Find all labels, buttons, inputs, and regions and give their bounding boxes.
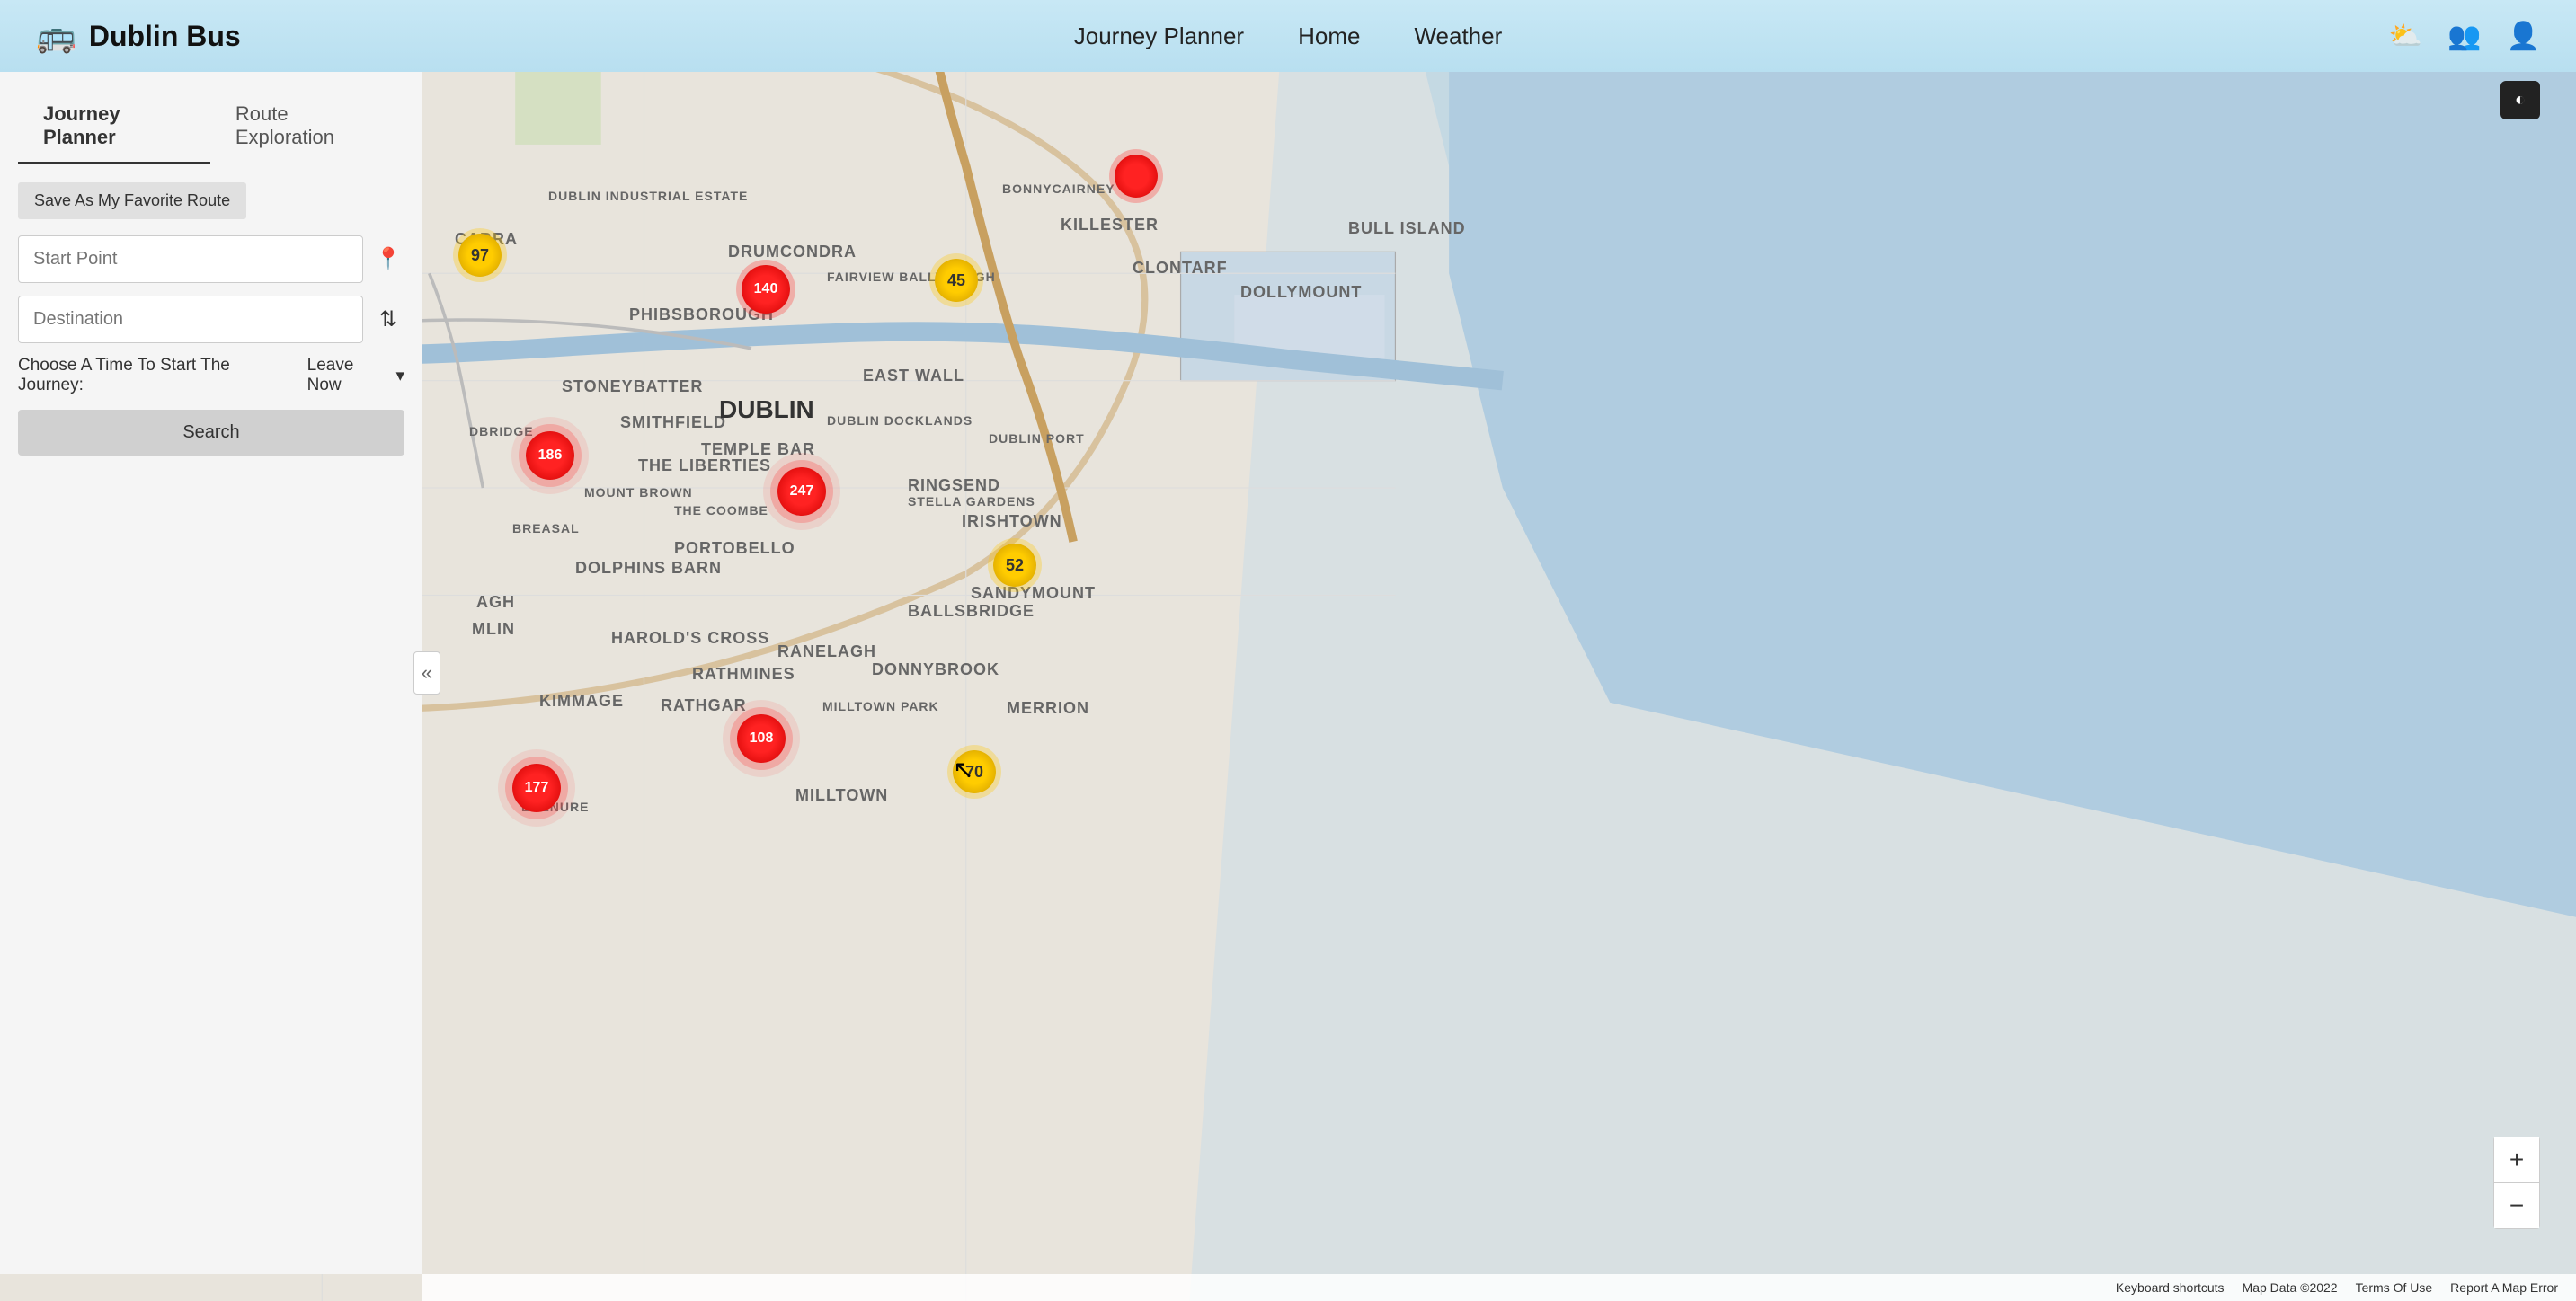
chevron-down-icon: ▾ — [395, 366, 404, 386]
start-point-input[interactable] — [18, 235, 363, 283]
map-marker-mtop-red[interactable] — [1115, 155, 1158, 198]
map-marker-m186[interactable]: 186 — [526, 431, 574, 480]
people-icon[interactable]: 👥 — [2447, 21, 2481, 52]
map-marker-m70[interactable]: 70 — [953, 750, 996, 793]
terms-of-use-link[interactable]: Terms Of Use — [2356, 1280, 2433, 1295]
report-error-link[interactable]: Report A Map Error — [2450, 1280, 2558, 1295]
dark-mode-button[interactable]: ◐ — [2500, 81, 2540, 119]
map-marker-m247[interactable]: 247 — [777, 467, 826, 516]
nav-journey-planner[interactable]: Journey Planner — [1074, 22, 1244, 50]
map-marker-m52[interactable]: 52 — [993, 544, 1036, 587]
location-pin-icon[interactable]: 📍 — [372, 246, 404, 272]
zoom-controls: + − — [2493, 1137, 2540, 1229]
nav-links: Journey Planner Home Weather — [1074, 22, 1503, 50]
map-marker-m140[interactable]: 140 — [742, 265, 790, 314]
time-selector[interactable]: Leave Now ▾ — [307, 356, 404, 395]
header-icons: ⛅ 👥 👤 — [2389, 21, 2540, 52]
bus-icon: 🚌 — [36, 17, 76, 55]
tabs: Journey Planner Route Exploration — [18, 90, 404, 164]
map-data-text: Map Data ©2022 — [2243, 1280, 2338, 1295]
weather-icon[interactable]: ⛅ — [2389, 21, 2422, 52]
swap-icon[interactable]: ⇅ — [372, 306, 404, 332]
map-marker-m108[interactable]: 108 — [737, 714, 786, 763]
collapse-sidebar-button[interactable]: « — [413, 651, 440, 695]
time-label: Choose A Time To Start The Journey: — [18, 356, 295, 395]
map-marker-m97[interactable]: 97 — [458, 234, 502, 277]
nav-weather[interactable]: Weather — [1414, 22, 1502, 50]
search-button[interactable]: Search — [18, 410, 404, 456]
zoom-out-button[interactable]: − — [2494, 1183, 2539, 1228]
tab-journey-planner[interactable]: Journey Planner — [18, 90, 210, 164]
keyboard-shortcuts-link[interactable]: Keyboard shortcuts — [2116, 1280, 2225, 1295]
destination-input[interactable] — [18, 296, 363, 343]
time-row: Choose A Time To Start The Journey: Leav… — [18, 356, 404, 395]
map-marker-m45[interactable]: 45 — [935, 259, 978, 302]
logo-text: Dublin Bus — [89, 20, 241, 53]
start-point-row: 📍 — [18, 235, 404, 283]
map-marker-m177[interactable]: 177 — [512, 764, 561, 812]
sidebar: Journey Planner Route Exploration Save A… — [0, 72, 422, 1274]
time-value: Leave Now — [307, 356, 391, 395]
header: 🚌 Dublin Bus Journey Planner Home Weathe… — [0, 0, 2576, 72]
destination-row: ⇅ — [18, 296, 404, 343]
tab-route-exploration[interactable]: Route Exploration — [210, 90, 404, 164]
logo-area: 🚌 Dublin Bus — [36, 17, 241, 55]
map-container[interactable]: Journey Planner Route Exploration Save A… — [0, 72, 2576, 1301]
user-icon[interactable]: 👤 — [2507, 21, 2540, 52]
save-favorite-button[interactable]: Save As My Favorite Route — [18, 182, 246, 219]
nav-home[interactable]: Home — [1298, 22, 1360, 50]
zoom-in-button[interactable]: + — [2494, 1137, 2539, 1182]
map-footer: Keyboard shortcuts Map Data ©2022 Terms … — [422, 1274, 2576, 1301]
